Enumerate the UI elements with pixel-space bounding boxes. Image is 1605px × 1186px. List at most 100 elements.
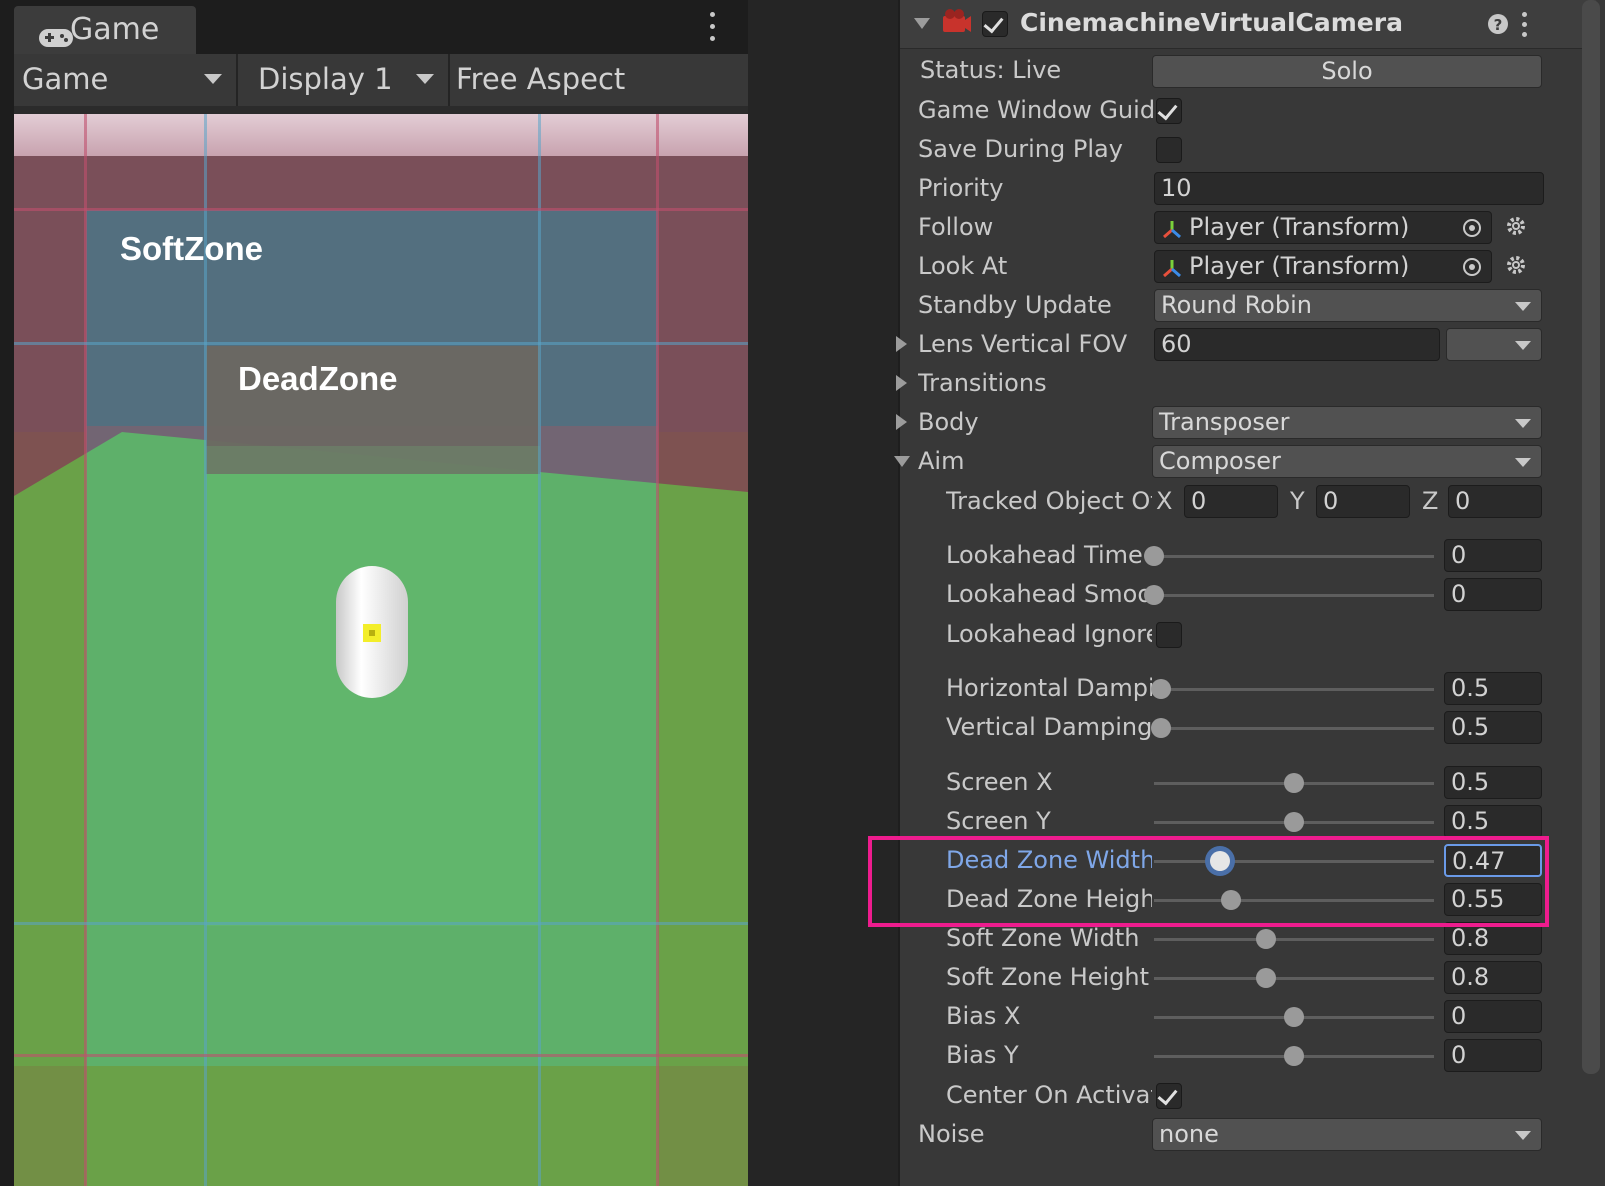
svg-text:?: ? — [1494, 16, 1503, 34]
checkmark-icon — [983, 12, 1004, 34]
offset-y-field[interactable]: 0 — [1316, 485, 1410, 518]
look-at-field[interactable]: Player (Transform) — [1154, 250, 1492, 283]
center-on-activate-checkbox[interactable] — [1156, 1083, 1182, 1109]
checkmark-icon — [1157, 99, 1178, 121]
horizontal-damping-slider-handle[interactable] — [1151, 679, 1171, 699]
standby-update-label: Standby Update — [918, 291, 1112, 319]
offset-z-field[interactable]: 0 — [1448, 485, 1542, 518]
lookahead-time-field[interactable]: 0 — [1444, 539, 1542, 572]
soft-zone-right-line — [656, 106, 659, 1186]
screen-y-field[interactable]: 0.5 — [1444, 805, 1542, 838]
fold-right-icon[interactable] — [896, 336, 907, 352]
save-during-play-checkbox[interactable] — [1156, 137, 1182, 163]
offset-y-label: Y — [1290, 487, 1305, 515]
lookahead-smoothing-slider-handle[interactable] — [1144, 585, 1164, 605]
standby-update-value: Round Robin — [1161, 291, 1312, 319]
soft-zone-height-field[interactable]: 0.8 — [1444, 961, 1542, 994]
more-options-icon[interactable] — [710, 12, 716, 42]
vertical-damping-slider[interactable] — [1154, 727, 1434, 730]
fold-right-icon[interactable] — [896, 375, 907, 391]
object-picker-icon[interactable] — [1461, 255, 1483, 282]
bias-x-slider-handle[interactable] — [1284, 1007, 1304, 1027]
game-window-guides-checkbox[interactable] — [1156, 98, 1182, 124]
display-dropdown[interactable]: Display 1 — [238, 54, 448, 106]
game-mode-dropdown[interactable]: Game — [14, 54, 236, 106]
dead-zone-label: DeadZone — [238, 360, 398, 397]
bias-y-field[interactable]: 0 — [1444, 1039, 1542, 1072]
help-icon[interactable]: ? — [1486, 12, 1510, 40]
noise-label: Noise — [918, 1120, 985, 1148]
aspect-dropdown[interactable]: Free Aspect — [450, 54, 748, 106]
gear-icon[interactable] — [1504, 214, 1528, 242]
inspector-panel: CinemachineVirtualCamera ? Status: Live … — [894, 0, 1605, 1186]
lookahead-time-slider-handle[interactable] — [1144, 546, 1164, 566]
fold-right-icon[interactable] — [896, 414, 907, 430]
tab-game[interactable]: Game — [14, 6, 196, 54]
horizontal-damping-slider[interactable] — [1154, 688, 1434, 691]
lookahead-smoothing-slider[interactable] — [1154, 594, 1434, 597]
more-options-icon[interactable] — [1522, 12, 1528, 42]
soft-zone-height-slider-handle[interactable] — [1256, 968, 1276, 988]
bias-y-label: Bias Y — [946, 1041, 1019, 1069]
fold-down-icon[interactable] — [894, 456, 910, 467]
screen-x-field[interactable]: 0.5 — [1444, 766, 1542, 799]
vertical-damping-slider-handle[interactable] — [1151, 718, 1171, 738]
lens-fov-field[interactable]: 60 — [1154, 328, 1440, 361]
aim-dropdown[interactable]: Composer — [1152, 445, 1542, 478]
transform-icon — [1161, 218, 1183, 243]
soft-zone-width-label: Soft Zone Width — [946, 924, 1140, 952]
lookahead-ignore-y-checkbox[interactable] — [1156, 622, 1182, 648]
aim-value: Composer — [1159, 447, 1281, 475]
game-viewport[interactable]: SoftZone DeadZone — [14, 106, 748, 1186]
display-label: Display 1 — [258, 62, 393, 96]
gamepad-icon — [38, 26, 74, 54]
gear-icon[interactable] — [1504, 253, 1528, 281]
component-header[interactable]: CinemachineVirtualCamera ? — [900, 0, 1596, 49]
follow-value: Player (Transform) — [1189, 213, 1410, 241]
component-enabled-checkbox[interactable] — [982, 11, 1008, 37]
noise-dropdown[interactable]: none — [1152, 1118, 1542, 1151]
chevron-down-icon — [1515, 458, 1531, 467]
scene-render — [14, 106, 748, 1186]
game-panel: Game Game Display 1 Free Aspect SoftZone… — [0, 0, 748, 1186]
body-label: Body — [918, 408, 979, 436]
soft-zone-bottom-line — [14, 1054, 748, 1057]
body-dropdown[interactable]: Transposer — [1152, 406, 1542, 439]
chevron-down-icon — [1515, 341, 1531, 350]
aspect-label: Free Aspect — [456, 62, 626, 96]
offset-x-field[interactable]: 0 — [1184, 485, 1278, 518]
follow-field[interactable]: Player (Transform) — [1154, 211, 1492, 244]
look-at-value: Player (Transform) — [1189, 252, 1410, 280]
bias-x-field[interactable]: 0 — [1444, 1000, 1542, 1033]
soft-zone-width-slider[interactable] — [1154, 938, 1434, 941]
horizontal-damping-field[interactable]: 0.5 — [1444, 672, 1542, 705]
bias-y-slider-handle[interactable] — [1284, 1046, 1304, 1066]
inspector-scrollbar[interactable] — [1582, 0, 1600, 1074]
horizontal-damping-label: Horizontal Damping — [946, 674, 1152, 702]
solo-button[interactable]: Solo — [1152, 55, 1542, 88]
soft-zone-height-label: Soft Zone Height — [946, 963, 1150, 991]
priority-field[interactable]: 10 — [1154, 172, 1544, 205]
object-picker-icon[interactable] — [1461, 216, 1483, 243]
screen-x-slider-handle[interactable] — [1284, 773, 1304, 793]
soft-zone-left-line — [84, 106, 87, 1186]
screen-y-slider-handle[interactable] — [1284, 812, 1304, 832]
center-on-activate-label: Center On Activate — [946, 1081, 1152, 1109]
lens-preset-dropdown[interactable] — [1446, 328, 1542, 361]
standby-update-dropdown[interactable]: Round Robin — [1154, 289, 1542, 322]
dead-zone-top-line — [14, 342, 748, 345]
soft-zone-width-slider-handle[interactable] — [1256, 929, 1276, 949]
soft-zone-height-slider[interactable] — [1154, 977, 1434, 980]
transitions-label[interactable]: Transitions — [918, 369, 1047, 397]
aim-label: Aim — [918, 447, 965, 475]
checkmark-icon — [1157, 1084, 1178, 1106]
save-during-play-label: Save During Play — [918, 135, 1123, 163]
follow-label: Follow — [918, 213, 994, 241]
lookahead-smoothing-field[interactable]: 0 — [1444, 578, 1542, 611]
vertical-damping-field[interactable]: 0.5 — [1444, 711, 1542, 744]
lookahead-time-slider[interactable] — [1154, 555, 1434, 558]
bias-x-label: Bias X — [946, 1002, 1021, 1030]
body-value: Transposer — [1159, 408, 1290, 436]
fold-down-icon[interactable] — [914, 18, 930, 29]
game-toolbar: Game Display 1 Free Aspect — [14, 54, 748, 106]
